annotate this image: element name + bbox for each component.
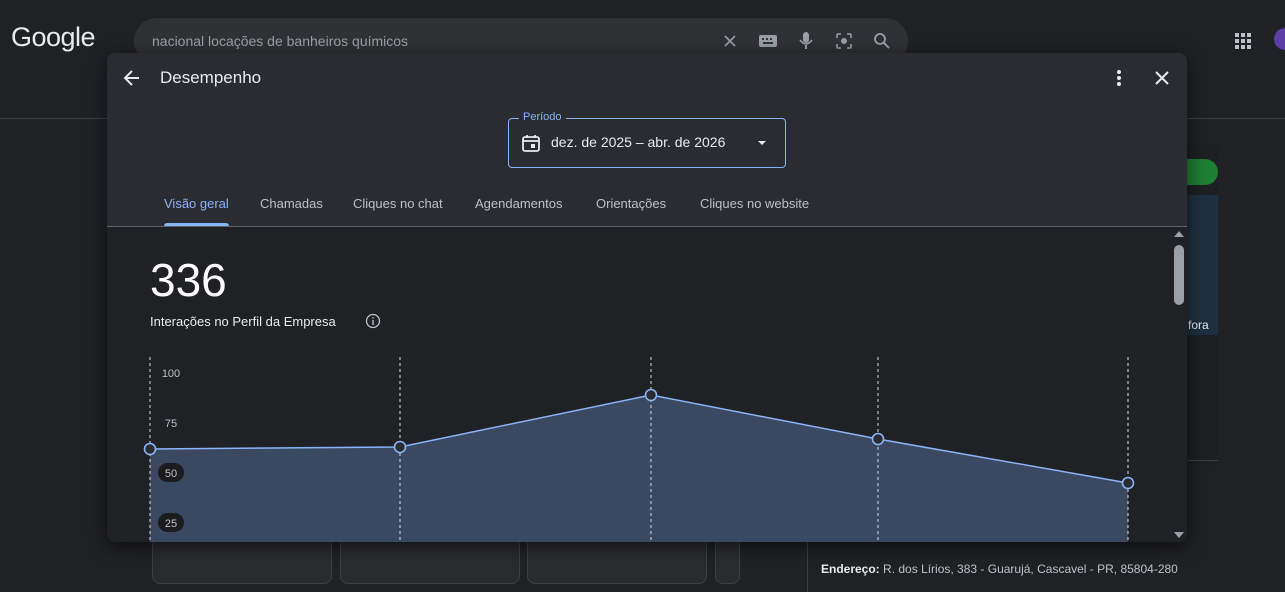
apps-grid-icon[interactable] — [1233, 31, 1253, 51]
active-tab-indicator — [164, 223, 229, 226]
keyboard-icon[interactable] — [758, 31, 778, 51]
address-label: Endereço: — [821, 562, 880, 576]
chart-data-point — [393, 440, 407, 454]
dialog-title: Desempenho — [160, 68, 262, 87]
account-avatar[interactable] — [1274, 28, 1285, 50]
tab-cliques-no-website[interactable]: Cliques no website — [700, 196, 809, 211]
clear-icon[interactable] — [720, 31, 740, 51]
result-card[interactable] — [340, 536, 520, 584]
more-options-icon[interactable] — [1109, 67, 1129, 89]
scroll-up-arrow-icon[interactable] — [1174, 231, 1184, 237]
y-tick-label: 50 — [165, 468, 177, 480]
tab-agendamentos[interactable]: Agendamentos — [475, 196, 562, 211]
photo-thumbnail[interactable] — [1186, 195, 1218, 335]
chevron-down-icon — [755, 136, 769, 150]
interactions-total: 336 — [150, 254, 227, 306]
y-tick-label: 100 — [162, 368, 180, 380]
search-icon[interactable] — [872, 31, 892, 51]
scroll-down-arrow-icon[interactable] — [1174, 532, 1184, 538]
chart-data-point — [644, 388, 658, 402]
chart-area-fill — [150, 395, 1128, 542]
period-label: Período — [519, 111, 566, 123]
back-arrow-icon[interactable] — [121, 67, 143, 89]
result-card[interactable] — [152, 536, 332, 584]
action-chip[interactable] — [1186, 159, 1218, 185]
tab-orientacoes[interactable]: Orientações — [596, 196, 666, 211]
tab-chamadas[interactable]: Chamadas — [260, 196, 323, 211]
interactions-label: Interações no Perfil da Empresa — [150, 314, 336, 329]
microphone-icon[interactable] — [796, 31, 816, 51]
result-card[interactable] — [715, 536, 740, 584]
calendar-icon — [521, 133, 541, 153]
scrollbar[interactable] — [1171, 227, 1187, 542]
business-address: Endereço: R. dos Lírios, 383 - Guarujá, … — [821, 562, 1178, 576]
performance-dialog: Desempenho Período dez. de 2025 – abr. d… — [107, 53, 1187, 542]
close-icon[interactable] — [1151, 67, 1173, 89]
scroll-thumb[interactable] — [1174, 245, 1184, 305]
photo-caption: fora — [1188, 318, 1209, 332]
result-card[interactable] — [527, 536, 707, 584]
period-value: dez. de 2025 – abr. de 2026 — [551, 134, 726, 150]
tab-visao-geral[interactable]: Visão geral — [164, 196, 229, 211]
interactions-chart: 100 75 50 25 — [143, 357, 1135, 542]
tab-bar: Visão geral Chamadas Cliques no chat Age… — [107, 186, 1187, 227]
period-select[interactable]: Período dez. de 2025 – abr. de 2026 — [508, 111, 786, 168]
google-logo[interactable]: Google — [11, 22, 96, 53]
tab-cliques-no-chat[interactable]: Cliques no chat — [353, 196, 443, 211]
info-icon[interactable] — [365, 313, 381, 329]
chart-data-point — [871, 432, 885, 446]
y-tick-label: 25 — [165, 518, 177, 530]
chart-data-point — [143, 442, 157, 456]
overview-panel: 336 Interações no Perfil da Empresa 100 7… — [107, 227, 1187, 542]
search-input[interactable]: nacional locações de banheiros químicos — [152, 33, 408, 49]
lens-icon[interactable] — [834, 31, 854, 51]
chart-data-point — [1121, 476, 1135, 490]
knowledge-panel-strip: fora — [1186, 145, 1218, 465]
address-value: R. dos Lírios, 383 - Guarujá, Cascavel -… — [883, 562, 1178, 576]
y-tick-label: 75 — [165, 418, 177, 430]
